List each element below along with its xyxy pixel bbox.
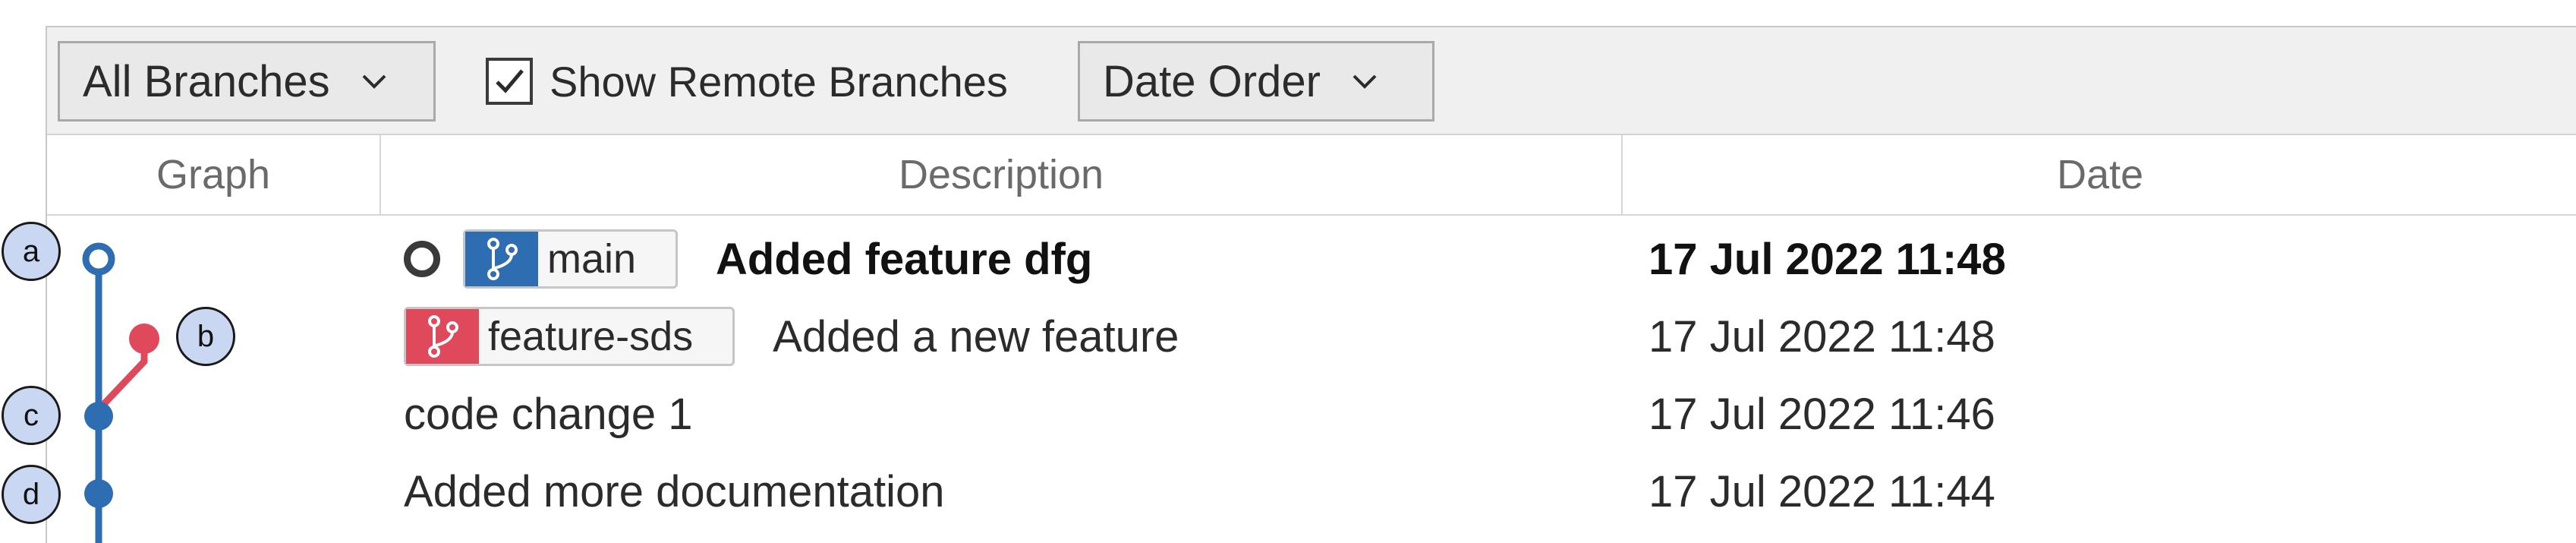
callout-d: d [2,465,61,524]
git-branch-icon [406,309,479,364]
commit-description: feature-sds Added a new feature [404,298,1179,375]
git-log-panel: All Branches Show Remote Branches Date O… [46,26,2576,543]
commit-description: Added more documentation [404,453,945,530]
table-row[interactable]: code change 1 17 Jul 2022 11:46 [47,375,2576,453]
column-header: Graph Description Date [47,135,2576,216]
head-indicator-icon [404,241,440,277]
show-remote-branches-toggle[interactable]: Show Remote Branches [486,41,1008,122]
commit-description: code change 1 [404,375,693,453]
show-remote-label: Show Remote Branches [550,57,1008,106]
commit-message: Added a new feature [773,311,1179,361]
callout-b: b [176,307,235,366]
git-branch-icon [465,232,538,286]
commit-message: code change 1 [404,389,693,439]
table-row[interactable]: feature-sds Added a new feature 17 Jul 2… [47,298,2576,375]
branch-tag-main[interactable]: main [463,229,679,289]
show-remote-checkbox[interactable] [486,58,533,105]
order-dropdown[interactable]: Date Order [1078,41,1434,122]
commit-date: 17 Jul 2022 11:46 [1649,389,1995,439]
commit-date: 17 Jul 2022 11:48 [1649,311,1995,361]
column-header-description[interactable]: Description [381,135,1623,214]
commit-message: Added more documentation [404,466,945,516]
order-dropdown-label: Date Order [1103,56,1321,106]
commit-date: 17 Jul 2022 11:48 [1649,234,2006,284]
chevron-down-icon [1353,74,1377,89]
table-row[interactable]: main Added feature dfg 17 Jul 2022 11:48 [47,220,2576,298]
callout-a: a [2,222,61,281]
branch-tag-label: feature-sds [488,314,694,359]
table-row[interactable]: Added more documentation 17 Jul 2022 11:… [47,453,2576,530]
column-header-date[interactable]: Date [1623,135,2576,214]
toolbar: All Branches Show Remote Branches Date O… [47,27,2576,135]
commit-description: main Added feature dfg [404,220,1092,298]
commit-message: Added feature dfg [716,234,1093,284]
branch-tag-label: main [547,236,637,282]
commit-date: 17 Jul 2022 11:44 [1649,466,1995,516]
checkmark-icon [496,69,524,93]
callout-c: c [2,386,61,445]
branch-tag-feature-sds[interactable]: feature-sds [404,307,735,366]
